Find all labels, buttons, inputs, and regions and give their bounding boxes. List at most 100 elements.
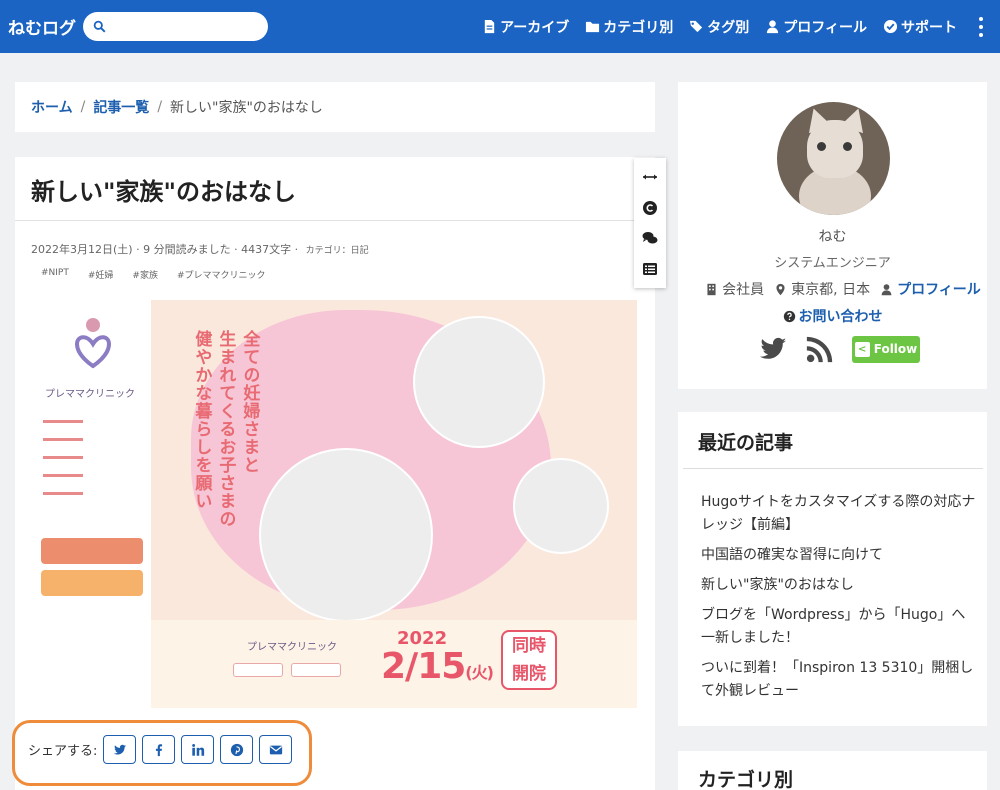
profile-role: システムエンジニア [774,256,891,271]
kebab-menu-icon[interactable] [978,17,984,37]
breadcrumb-separator: / [80,99,86,115]
feedly-icon: < [854,341,870,357]
tag-link[interactable]: #妊婦 [88,268,114,281]
feedly-follow-button[interactable]: < Follow [852,335,920,363]
hero-open-date: 2/15(火) [381,646,494,687]
search-icon [93,20,106,33]
hero-pill [233,663,283,677]
baby-hands-photo [259,448,433,622]
copyright-button[interactable] [641,199,659,217]
nav-category[interactable]: カテゴリ別 [585,17,673,37]
twitter-icon [113,744,127,755]
map-marker-icon [776,283,785,295]
social-links: < Follow [758,334,920,364]
rss-icon[interactable] [805,334,835,364]
recent-post-link[interactable]: 新しい"家族"のおはなし [701,574,976,597]
recent-post-link[interactable]: ブログを「Wordpress」から「Hugo」へ一新しました！ [701,604,976,650]
twitter-icon[interactable] [758,334,788,364]
nav-profile[interactable]: プロフィール [765,17,867,37]
hero-pill [291,663,341,677]
profile-card: ねむ システムエンジニア 会社員 東京都, 日本 プロフィール お問い合わせ <… [678,82,987,389]
nav-support-label: サポート [901,19,957,36]
post-date: 2022年3月12日(土) [31,243,133,256]
article-meta: 2022年3月12日(土) · 9 分間読みました · 4437文字 · カテゴ… [31,243,369,256]
breadcrumb-separator: / [157,99,163,115]
article-hero-image: プレママクリニック 全ての妊婦さまと 生まれてくるお子さまの 健やかな暮らしを願… [37,300,637,708]
nav-tags-label: タグ別 [707,19,750,36]
hero-slogan-line: 健やかな暮らしを願い [191,330,212,510]
nav-profile-label: プロフィール [783,19,867,36]
toc-button[interactable] [641,260,659,278]
facebook-icon [155,743,162,756]
check-circle-icon [883,19,898,34]
profile-company: 会社員 [722,282,765,298]
clinic-button [41,538,143,564]
search-box[interactable] [83,12,268,41]
recent-post-link[interactable]: 中国語の確実な習得に向けて [701,544,976,567]
nav-support[interactable]: サポート [883,17,957,37]
category-link[interactable]: カテゴリ：日記 [306,246,369,256]
categories-card: カテゴリ別 [678,751,987,790]
arrows-h-icon [643,174,657,180]
clinic-menu-link [43,474,83,477]
share-email-button[interactable] [259,735,293,764]
top-navbar: ねむログ アーカイブ カテゴリ別 タグ別 プロフィール サポート [0,0,1000,53]
divider [15,220,655,221]
breadcrumb-home[interactable]: ホーム [31,97,73,117]
question-circle-icon [783,310,795,322]
clinic-menu-link [43,456,83,459]
nav-menu: アーカイブ カテゴリ別 タグ別 プロフィール サポート [482,0,957,53]
nav-tags[interactable]: タグ別 [689,17,749,37]
baby-photo [513,458,609,554]
search-input[interactable] [112,19,262,34]
tags-icon [690,20,703,33]
user-icon [767,20,779,34]
clinic-site-name: プレママクリニック [45,389,135,400]
hero-clinic-name: プレママクリニック [247,642,337,653]
comments-button[interactable] [641,229,659,247]
follow-label: Follow [873,342,918,356]
clinic-menu-link [43,438,83,441]
share-pinterest-button[interactable] [220,735,254,764]
comments-icon [642,232,658,244]
clinic-site-sidebar: プレママクリニック [37,300,149,708]
contact-link[interactable]: お問い合わせ [678,306,987,326]
profile-name: ねむ [818,229,847,245]
recent-post-link[interactable]: Hugoサイトをカスタマイズする際の対応ナレッジ【前編】 [701,491,976,537]
profile-link[interactable]: プロフィール [897,279,981,299]
article-toolbar [634,158,666,288]
site-brand[interactable]: ねむログ [8,14,78,39]
share-linkedin-button[interactable] [181,735,215,764]
recent-posts-title: 最近の記事 [698,432,794,454]
clinic-hero-visual: 全ての妊婦さまと 生まれてくるお子さまの 健やかな暮らしを願い プレママクリニッ… [151,300,637,708]
profile-location: 東京都, 日本 [791,282,871,298]
article-card: 新しい"家族"のおはなし 2022年3月12日(土) · 9 分間読みました ·… [15,157,655,790]
article-title: 新しい"家族"のおはなし [31,178,297,206]
recent-posts-list: Hugoサイトをカスタマイズする際の対応ナレッジ【前編】 中国語の確実な習得に向… [701,491,976,710]
folder-icon [586,21,600,33]
breadcrumb-list[interactable]: 記事一覧 [93,97,149,117]
tag-link[interactable]: #プレママクリニック [177,268,266,281]
divider [683,468,983,469]
categories-title: カテゴリ別 [698,769,794,790]
tag-link[interactable]: #家族 [132,268,158,281]
nav-category-label: カテゴリ別 [603,19,674,36]
clinic-menu-link [43,420,83,423]
nav-archive[interactable]: アーカイブ [482,17,569,37]
copyright-icon [643,200,657,215]
breadcrumb: ホーム / 記事一覧 / 新しい"家族"のおはなし [15,82,655,132]
share-bar: シェアする: [28,735,293,764]
clinic-logo-icon [74,318,112,369]
toggle-width-button[interactable] [641,168,659,186]
avatar [777,102,890,215]
recent-post-link[interactable]: ついに到着！「Inspiron 13 5310」開梱して外観レビュー [701,657,976,703]
share-facebook-button[interactable] [142,735,176,764]
hero-slogan-line: 全ての妊婦さまと [239,330,260,474]
nav-archive-label: アーカイブ [500,19,570,36]
tag-link[interactable]: #NIPT [41,268,69,281]
building-icon [707,283,716,295]
hero-banner: プレママクリニック 2022 2/15(火) 同時 開院 [151,620,637,708]
clinic-button [41,570,143,596]
share-twitter-button[interactable] [103,735,137,764]
contact-label: お問い合わせ [798,309,883,325]
